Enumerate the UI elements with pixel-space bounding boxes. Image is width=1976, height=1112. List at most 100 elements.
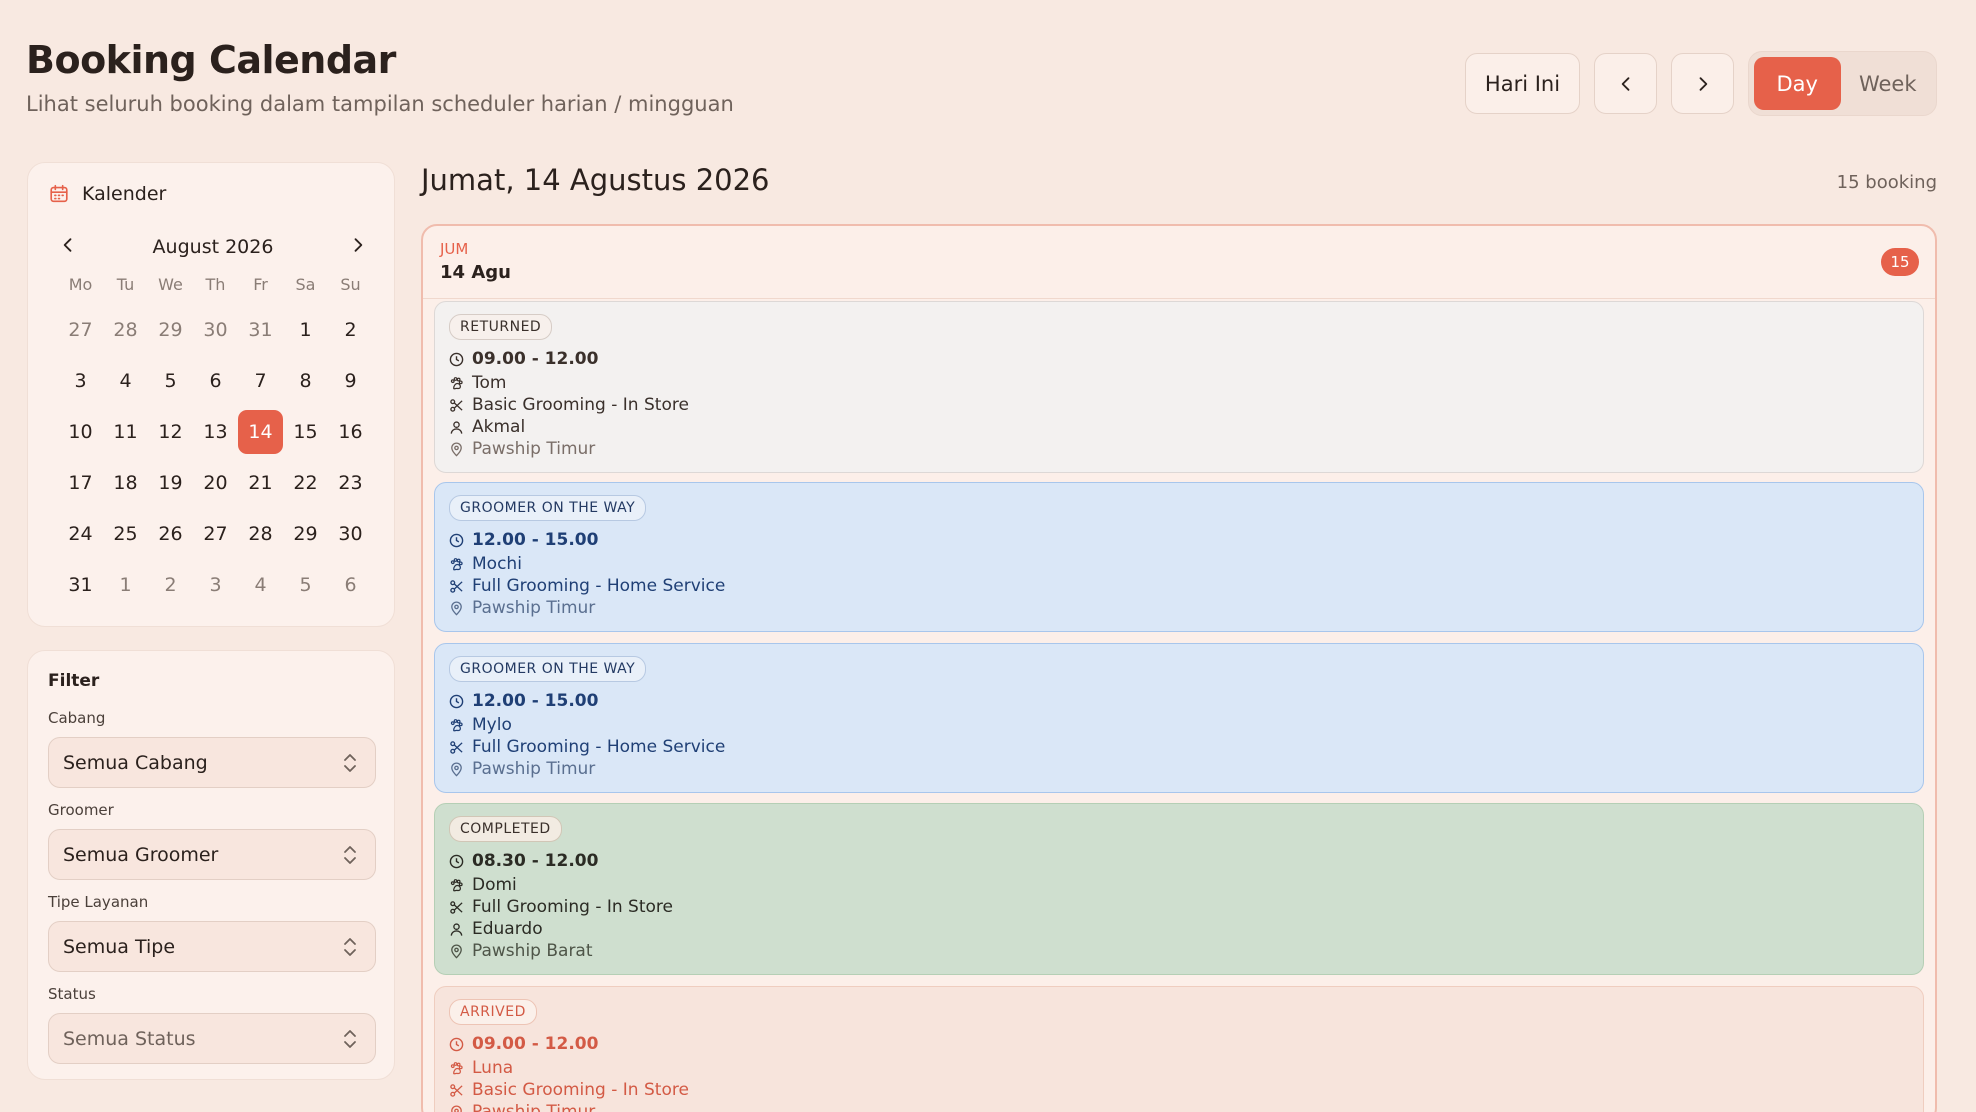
- booking-pet: Mochi: [449, 553, 1909, 575]
- filter-title: Filter: [48, 671, 100, 691]
- calendar-day[interactable]: 19: [148, 461, 193, 505]
- status-select[interactable]: Semua Status: [48, 1013, 376, 1064]
- calendar-day[interactable]: 2: [328, 308, 373, 352]
- today-button[interactable]: Hari Ini: [1465, 53, 1580, 114]
- calendar-day[interactable]: 6: [328, 563, 373, 607]
- calendar-day[interactable]: 16: [328, 410, 373, 454]
- calendar-day[interactable]: 30: [328, 512, 373, 556]
- status-badge: COMPLETED: [449, 816, 562, 842]
- calendar-day[interactable]: 8: [283, 359, 328, 403]
- select-value: Semua Groomer: [63, 843, 219, 866]
- booking-count: 15 booking: [1836, 172, 1937, 193]
- scissors-icon: [450, 1083, 463, 1097]
- booking-card[interactable]: GROOMER ON THE WAY 12.00 - 15.00 Mylo Fu…: [434, 643, 1924, 793]
- booking-pet: Luna: [449, 1057, 1909, 1079]
- prev-month-button[interactable]: [58, 235, 78, 259]
- groomer-select[interactable]: Semua Groomer: [48, 829, 376, 880]
- calendar-day[interactable]: 5: [148, 359, 193, 403]
- calendar-day[interactable]: 28: [103, 308, 148, 352]
- calendar-day[interactable]: 22: [283, 461, 328, 505]
- page-subtitle: Lihat seluruh booking dalam tampilan sch…: [26, 92, 734, 116]
- calendar-day[interactable]: 21: [238, 461, 283, 505]
- page-title: Booking Calendar: [26, 38, 396, 82]
- calendar-day[interactable]: 13: [193, 410, 238, 454]
- calendar-day[interactable]: 4: [103, 359, 148, 403]
- calendar-day[interactable]: 6: [193, 359, 238, 403]
- view-toggle: Day Week: [1748, 51, 1937, 116]
- calendar-day[interactable]: 11: [103, 410, 148, 454]
- scissors-icon: [450, 900, 463, 914]
- month-label: August 2026: [152, 236, 274, 258]
- calendar-day[interactable]: 23: [328, 461, 373, 505]
- calendar-week: 17 18 19 20 21 22 23: [58, 461, 373, 505]
- booking-groomer: Eduardo: [449, 918, 1909, 940]
- calendar-day[interactable]: 7: [238, 359, 283, 403]
- booking-branch: Pawship Timur: [449, 438, 1909, 460]
- location-pin-icon: [451, 601, 462, 615]
- calendar-day[interactable]: 1: [283, 308, 328, 352]
- filter-card: Filter Cabang Semua Cabang Groomer Semua…: [27, 650, 395, 1080]
- view-day-button[interactable]: Day: [1754, 57, 1841, 110]
- calendar-header: Kalender: [48, 183, 166, 205]
- calendar-day[interactable]: 5: [283, 563, 328, 607]
- chevron-left-icon: [1621, 76, 1629, 91]
- calendar-day[interactable]: 29: [148, 308, 193, 352]
- calendar-day[interactable]: 2: [148, 563, 193, 607]
- calendar-week: 10 11 12 13 14 15 16: [58, 410, 373, 454]
- scissors-icon: [450, 398, 463, 412]
- calendar-day[interactable]: 24: [58, 512, 103, 556]
- chevron-updown-icon: [344, 845, 356, 864]
- weekday-header: Mo Tu We Th Fr Sa Su: [58, 275, 373, 301]
- next-button[interactable]: [1671, 53, 1734, 114]
- calendar-day[interactable]: 3: [193, 563, 238, 607]
- calendar-day[interactable]: 9: [328, 359, 373, 403]
- calendar-day[interactable]: 31: [238, 308, 283, 352]
- calendar-day[interactable]: 3: [58, 359, 103, 403]
- weekday-label: Mo: [68, 275, 93, 294]
- booking-time: 09.00 - 12.00: [449, 346, 1909, 372]
- booking-time: 08.30 - 12.00: [449, 848, 1909, 874]
- view-week-button[interactable]: Week: [1845, 57, 1932, 110]
- booking-card[interactable]: GROOMER ON THE WAY 12.00 - 15.00 Mochi F…: [434, 482, 1924, 632]
- calendar-day[interactable]: 26: [148, 512, 193, 556]
- filter-groomer: Groomer Semua Groomer: [48, 801, 376, 880]
- calendar-day[interactable]: 17: [58, 461, 103, 505]
- select-value: Semua Status: [63, 1027, 196, 1050]
- calendar-day[interactable]: 31: [58, 563, 103, 607]
- select-value: Semua Tipe: [63, 935, 176, 958]
- calendar-day[interactable]: 30: [193, 308, 238, 352]
- calendar-day[interactable]: 10: [58, 410, 103, 454]
- day-date: 14 Agu: [440, 262, 511, 283]
- location-pin-icon: [451, 442, 462, 456]
- calendar-day[interactable]: 27: [193, 512, 238, 556]
- calendar-day[interactable]: 29: [283, 512, 328, 556]
- calendar-day[interactable]: 4: [238, 563, 283, 607]
- booking-card[interactable]: RETURNED 09.00 - 12.00 Tom Basic Groomin…: [434, 301, 1924, 473]
- booking-service: Basic Grooming - In Store: [449, 1079, 1909, 1101]
- calendar-day[interactable]: 28: [238, 512, 283, 556]
- location-pin-icon: [451, 1105, 462, 1112]
- calendar-day[interactable]: 15: [283, 410, 328, 454]
- prev-button[interactable]: [1594, 53, 1657, 114]
- calendar-day[interactable]: 1: [103, 563, 148, 607]
- calendar-day[interactable]: 18: [103, 461, 148, 505]
- calendar-day-selected[interactable]: 14: [238, 410, 283, 454]
- header-actions: Hari Ini Day Week: [1465, 51, 1937, 116]
- tipe-layanan-select[interactable]: Semua Tipe: [48, 921, 376, 972]
- booking-card[interactable]: ARRIVED 09.00 - 12.00 Luna Basic Groomin…: [434, 986, 1924, 1112]
- booking-pet: Domi: [449, 874, 1909, 896]
- status-badge: GROOMER ON THE WAY: [449, 495, 647, 521]
- calendar-day[interactable]: 25: [103, 512, 148, 556]
- weekday-label: Fr: [253, 275, 268, 294]
- filter-label: Cabang: [48, 709, 106, 727]
- booking-service: Full Grooming - In Store: [449, 896, 1909, 918]
- filter-cabang: Cabang Semua Cabang: [48, 709, 376, 788]
- clock-icon: [449, 854, 464, 868]
- chevron-right-icon: [354, 238, 363, 252]
- calendar-day[interactable]: 20: [193, 461, 238, 505]
- calendar-day[interactable]: 27: [58, 308, 103, 352]
- next-month-button[interactable]: [348, 235, 368, 259]
- cabang-select[interactable]: Semua Cabang: [48, 737, 376, 788]
- calendar-day[interactable]: 12: [148, 410, 193, 454]
- booking-card[interactable]: COMPLETED 08.30 - 12.00 Domi Full Groomi…: [434, 803, 1924, 975]
